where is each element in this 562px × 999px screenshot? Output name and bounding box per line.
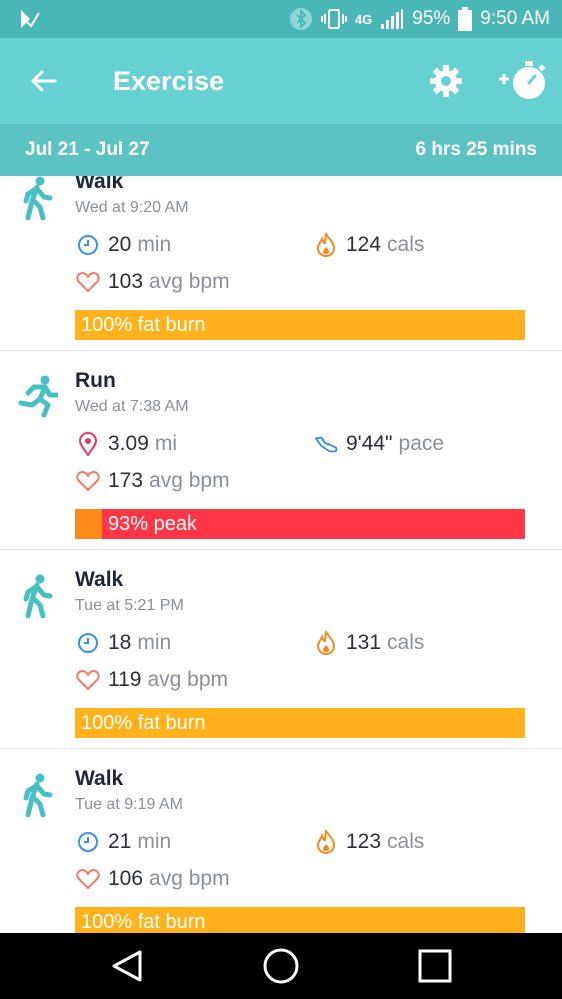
distance-stat: 3.09 mi bbox=[76, 432, 177, 456]
activity-time: Tue at 5:21 PM bbox=[75, 597, 184, 614]
flame-icon bbox=[316, 233, 336, 257]
home-circle-icon bbox=[263, 948, 299, 984]
back-triangle-icon bbox=[112, 950, 142, 982]
activity-card[interactable]: Walk Tue at 9:19 AM 21 min 123 cals 106 avg… bbox=[0, 749, 562, 933]
total-duration: 6 hrs 25 mins bbox=[415, 139, 537, 160]
system-nav-bar bbox=[0, 933, 562, 999]
settings-button[interactable] bbox=[416, 51, 476, 111]
battery-percent: 95% bbox=[412, 8, 451, 29]
heart-zone-bar: 100% fat burn bbox=[75, 907, 525, 933]
battery-icon bbox=[458, 7, 473, 31]
calories-stat: 124 cals bbox=[314, 233, 424, 257]
network-type: 4G bbox=[354, 11, 373, 27]
vibrate-icon bbox=[320, 9, 347, 29]
heart-zone-bar: 100% fat burn bbox=[75, 310, 525, 340]
bluetooth-icon bbox=[289, 8, 312, 30]
run-icon bbox=[18, 375, 58, 418]
shoe-icon bbox=[314, 436, 338, 453]
signal-icon bbox=[381, 9, 404, 29]
heart-icon bbox=[76, 869, 100, 889]
heart-rate-stat: 173 avg bpm bbox=[76, 469, 230, 493]
flame-icon bbox=[316, 830, 336, 854]
activity-name: Walk bbox=[75, 176, 124, 193]
add-timer-icon bbox=[499, 61, 546, 99]
heart-rate-stat: 103 avg bpm bbox=[76, 270, 230, 294]
activity-name: Walk bbox=[75, 767, 124, 790]
walk-icon bbox=[23, 773, 53, 817]
nav-recents-button[interactable] bbox=[405, 936, 465, 996]
clock-time: 9:50 AM bbox=[480, 8, 550, 29]
activity-name: Walk bbox=[75, 568, 124, 591]
clock-icon bbox=[78, 235, 98, 255]
nav-back-button[interactable] bbox=[97, 936, 157, 996]
activity-card[interactable]: Walk Tue at 5:21 PM 18 min 131 cals 119 avg… bbox=[0, 550, 562, 749]
calories-stat: 131 cals bbox=[314, 631, 424, 655]
clock-icon bbox=[78, 633, 98, 653]
duration-stat: 21 min bbox=[76, 830, 171, 854]
duration-stat: 20 min bbox=[76, 233, 171, 257]
add-exercise-button[interactable] bbox=[492, 51, 554, 111]
activity-time: Wed at 9:20 AM bbox=[75, 199, 189, 216]
flame-icon bbox=[316, 631, 336, 655]
app-bar: Exercise bbox=[0, 38, 562, 124]
back-arrow-icon bbox=[31, 70, 57, 92]
calories-stat: 123 cals bbox=[314, 830, 424, 854]
back-button[interactable] bbox=[0, 38, 86, 124]
activity-time: Tue at 9:19 AM bbox=[75, 796, 183, 813]
status-bar: 4G 95% 9:50 AM bbox=[0, 0, 562, 38]
heart-icon bbox=[76, 471, 100, 491]
fitbit-notification-icon bbox=[21, 10, 41, 29]
walk-icon bbox=[23, 574, 53, 618]
date-range-bar: Jul 21 - Jul 27 6 hrs 25 mins bbox=[0, 124, 562, 176]
nav-home-button[interactable] bbox=[251, 936, 311, 996]
heart-rate-stat: 119 avg bpm bbox=[76, 668, 228, 692]
page-title: Exercise bbox=[113, 65, 225, 96]
cardio-segment bbox=[75, 509, 102, 539]
heart-zone-bar: 93% peak bbox=[75, 509, 525, 539]
activity-list[interactable]: Walk Wed at 9:20 AM 20 min 124 cals 103 avg… bbox=[0, 176, 562, 933]
activity-name: Run bbox=[75, 369, 116, 392]
heart-icon bbox=[76, 670, 100, 690]
walk-icon bbox=[23, 176, 53, 220]
heart-zone-bar: 100% fat burn bbox=[75, 708, 525, 738]
recents-square-icon bbox=[418, 949, 452, 983]
location-pin-icon bbox=[78, 432, 98, 456]
date-range: Jul 21 - Jul 27 bbox=[25, 139, 150, 160]
pace-stat: 9'44" pace bbox=[314, 432, 444, 456]
heart-icon bbox=[76, 272, 100, 292]
gear-icon bbox=[430, 65, 462, 97]
heart-rate-stat: 106 avg bpm bbox=[76, 867, 230, 891]
clock-icon bbox=[78, 832, 98, 852]
activity-card[interactable]: Walk Wed at 9:20 AM 20 min 124 cals 103 avg… bbox=[0, 176, 562, 351]
activity-card[interactable]: Run Wed at 7:38 AM 3.09 mi 9'44" pace 173 a… bbox=[0, 351, 562, 550]
activity-time: Wed at 7:38 AM bbox=[75, 398, 189, 415]
duration-stat: 18 min bbox=[76, 631, 171, 655]
